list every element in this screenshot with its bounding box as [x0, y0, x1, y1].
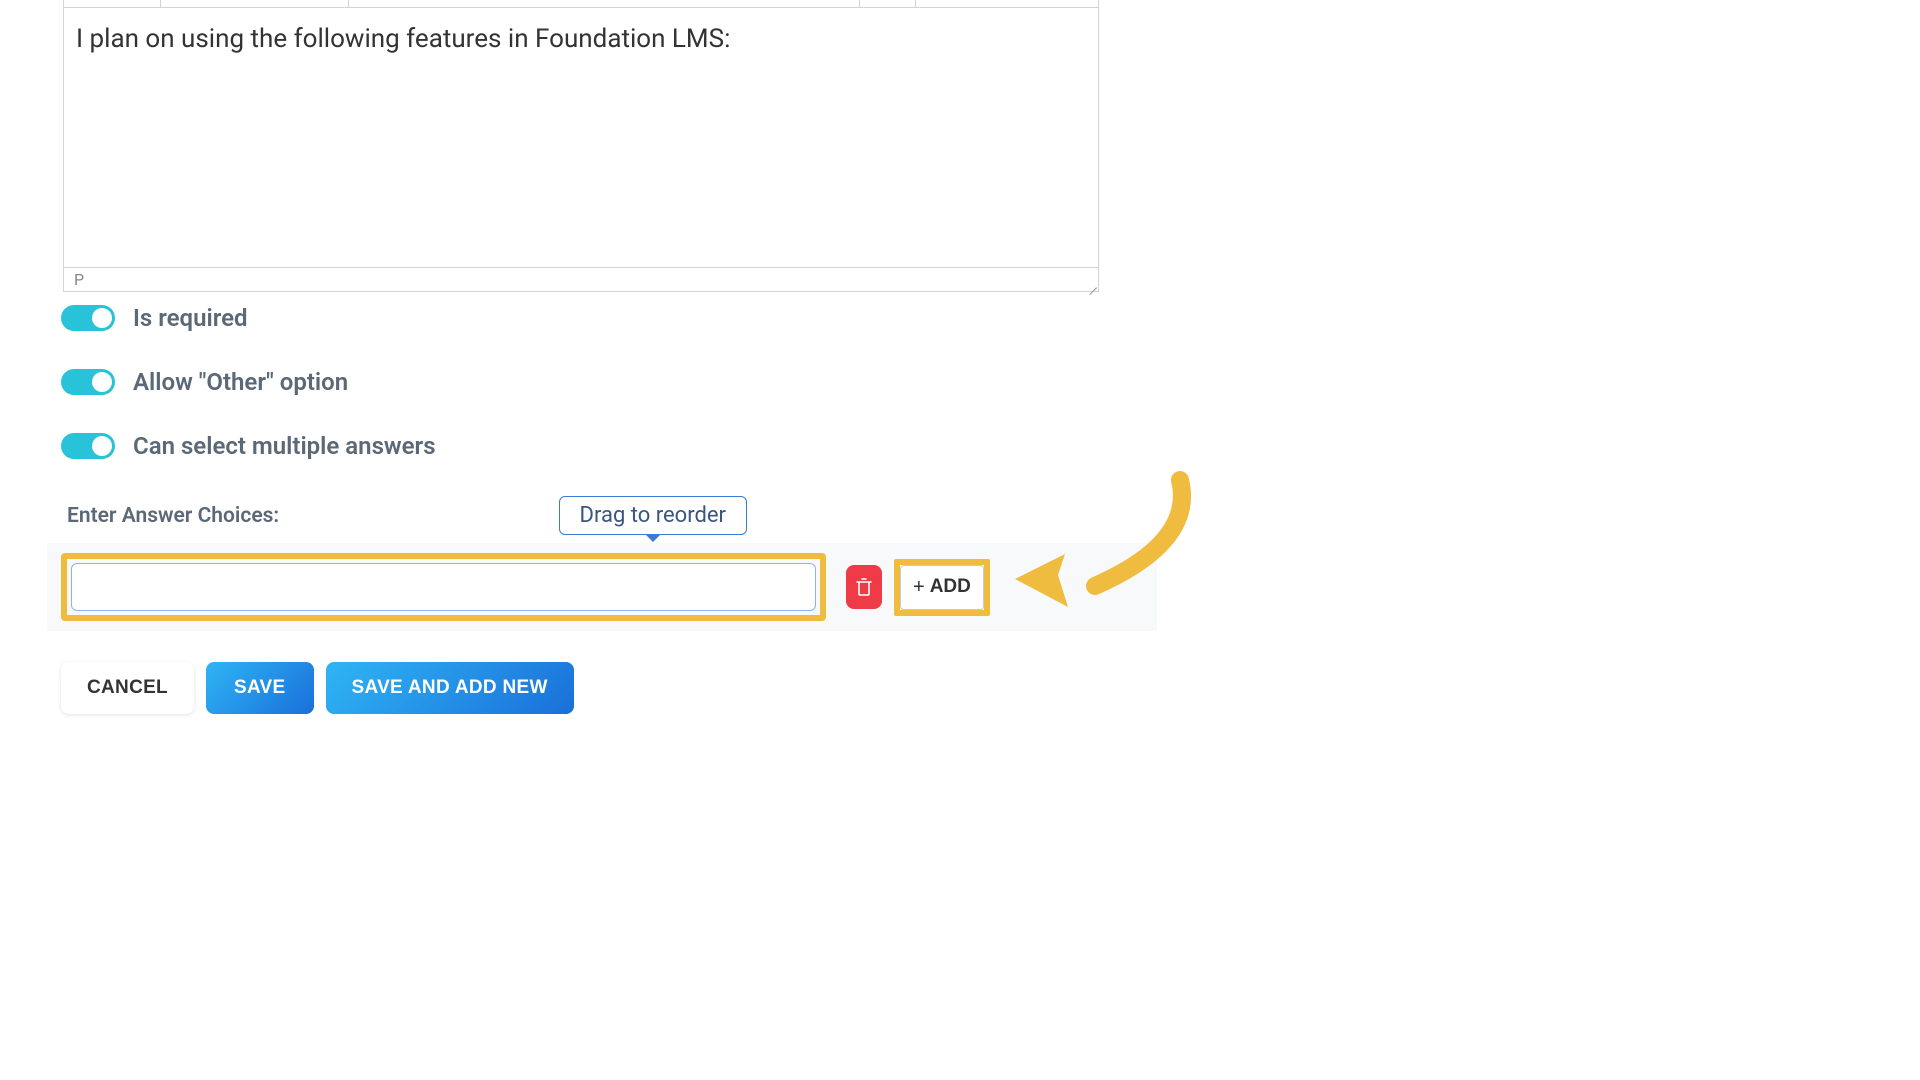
drag-reorder-hint: Drag to reorder: [559, 496, 747, 535]
editor-path-display: P: [74, 270, 84, 289]
toggle-label-is-required: Is required: [133, 304, 248, 332]
toggles-section: Is required Allow "Other" option Can sel…: [47, 292, 1157, 460]
add-choice-button[interactable]: + ADD: [900, 565, 984, 610]
delete-choice-button[interactable]: [846, 565, 882, 609]
toggle-row-is-required: Is required: [61, 304, 1143, 332]
toggle-label-allow-other: Allow "Other" option: [133, 368, 348, 396]
toggle-row-allow-other: Allow "Other" option: [61, 368, 1143, 396]
plus-icon: +: [913, 576, 925, 599]
editor-toolbar: [64, 0, 1098, 8]
toggle-row-multiple-answers: Can select multiple answers: [61, 432, 1143, 460]
trash-icon: [856, 578, 872, 596]
answer-choice-input-highlight: [61, 553, 826, 621]
editor-status-bar: P: [64, 267, 1098, 291]
save-and-add-new-button[interactable]: SAVE AND ADD NEW: [326, 662, 574, 714]
toggle-multiple-answers[interactable]: [61, 433, 115, 459]
answer-choice-row: + ADD: [47, 543, 1157, 631]
editor-content-area[interactable]: I plan on using the following features i…: [64, 8, 1098, 267]
add-button-label: ADD: [930, 576, 971, 598]
toggle-allow-other[interactable]: [61, 369, 115, 395]
answer-choices-header: Enter Answer Choices: Drag to reorder: [47, 496, 767, 543]
rich-text-editor: I plan on using the following features i…: [63, 0, 1099, 292]
cancel-button[interactable]: CANCEL: [61, 662, 194, 714]
form-actions: CANCEL SAVE SAVE AND ADD NEW: [47, 631, 1157, 714]
toggle-label-multiple-answers: Can select multiple answers: [133, 432, 436, 460]
save-button[interactable]: SAVE: [206, 662, 314, 714]
answer-choices-label: Enter Answer Choices:: [67, 504, 279, 528]
add-button-highlight: + ADD: [894, 559, 990, 616]
toggle-is-required[interactable]: [61, 305, 115, 331]
answer-choice-input[interactable]: [71, 563, 816, 611]
